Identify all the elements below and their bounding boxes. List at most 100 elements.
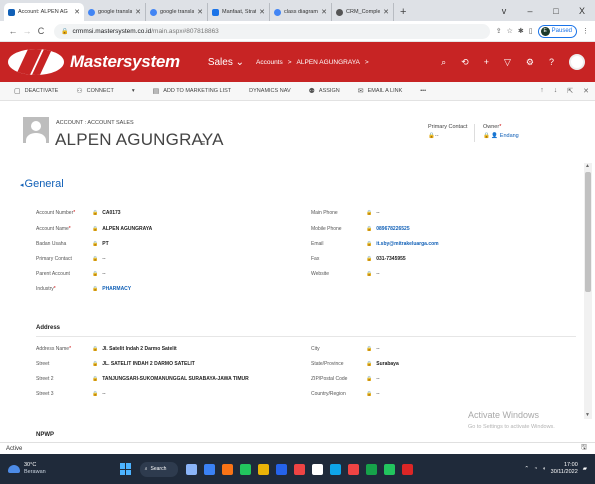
tab-close-icon[interactable]: ✕: [259, 8, 265, 16]
taskbar-app-icon[interactable]: [239, 463, 251, 475]
city-value[interactable]: 🔒 --: [366, 346, 380, 352]
lock-icon: 🔒: [92, 346, 99, 352]
browser-tab-google-translate-1[interactable]: google translate - ✕: [84, 3, 146, 21]
primary-contact-field-value[interactable]: 🔒 --: [92, 256, 106, 262]
taskbar-app-icon[interactable]: [383, 463, 395, 475]
deactivate-button[interactable]: ▢ DEACTIVATE: [14, 87, 58, 95]
history-icon[interactable]: ⟲: [461, 57, 469, 68]
gear-icon[interactable]: ⚙: [526, 57, 534, 68]
dynamics-nav-button[interactable]: DYNAMICS NAV: [249, 88, 290, 94]
browser-tab-crm-complete[interactable]: CRM_Complete_Fi ✕: [332, 3, 394, 21]
back-icon[interactable]: ←: [6, 26, 20, 36]
help-icon[interactable]: ?: [549, 57, 554, 67]
taskbar-app-icon[interactable]: [347, 463, 359, 475]
email-link-button[interactable]: ✉ EMAIL A LINK: [358, 87, 403, 95]
taskbar-app-icon[interactable]: [221, 463, 233, 475]
previous-record-icon[interactable]: ↑: [540, 87, 544, 95]
taskbar-search[interactable]: ⌕ Search: [139, 461, 178, 477]
owner-value[interactable]: 🔒 👤 Endang: [483, 133, 519, 139]
profile-paused-button[interactable]: E Paused: [537, 24, 577, 38]
plus-icon[interactable]: +: [484, 57, 489, 67]
notification-icon[interactable]: ▰: [583, 466, 587, 472]
close-window-icon[interactable]: X: [569, 6, 595, 16]
url-field[interactable]: 🔒 crmmsi.mastersystem.co.id/main.aspx#80…: [54, 23, 490, 39]
filter-icon[interactable]: ▽: [504, 57, 511, 68]
breadcrumb-record[interactable]: ALPEN AGUNGRAYA: [297, 59, 360, 66]
browser-tab-manfaat[interactable]: Manfaat, Strategi, ✕: [208, 3, 270, 21]
taskbar-app-icon[interactable]: [329, 463, 341, 475]
email-value[interactable]: 🔒 it.sby@mitrakeluarga.com: [366, 241, 439, 247]
sidepanel-icon[interactable]: ▯: [529, 27, 533, 35]
account-avatar-icon[interactable]: [23, 117, 49, 143]
taskbar-app-icon[interactable]: [275, 463, 287, 475]
industry-value[interactable]: 🔒 PHARMACY: [92, 286, 131, 292]
taskbar-app-icon[interactable]: [185, 463, 197, 475]
taskbar-app-icon[interactable]: [365, 463, 377, 475]
browser-tab-account[interactable]: Account: ALPEN AG ✕: [4, 3, 84, 21]
breadcrumb-accounts[interactable]: Accounts: [256, 59, 283, 66]
street-value[interactable]: 🔒 JL. SATELIT INDAH 2 DARMO SATELIT: [92, 361, 195, 367]
forward-icon[interactable]: →: [20, 26, 34, 36]
windows-start-icon[interactable]: [119, 463, 132, 475]
popout-icon[interactable]: ⇱: [567, 87, 573, 95]
parent-account-value[interactable]: 🔒 --: [92, 271, 106, 277]
website-value[interactable]: 🔒 --: [366, 271, 380, 277]
save-icon[interactable]: 🖫: [581, 443, 587, 454]
lock-icon: 🔒: [92, 210, 99, 216]
connect-button[interactable]: ⚇ CONNECT: [76, 87, 113, 95]
account-number-value[interactable]: 🔒 CA0173: [92, 210, 121, 216]
street2-value[interactable]: 🔒 TANJUNGSARI-SUKOMANUNGGAL SURABAYA-JAWA…: [92, 376, 249, 382]
share-icon[interactable]: ⇪: [496, 27, 502, 35]
taskbar-app-icon[interactable]: [203, 463, 215, 475]
search-icon[interactable]: ⌕: [441, 57, 446, 68]
account-name-value[interactable]: 🔒 ALPEN AGUNGRAYA: [92, 226, 152, 232]
tray-chevron-icon[interactable]: ⌃: [524, 466, 529, 472]
tab-close-icon[interactable]: ✕: [383, 8, 389, 16]
user-avatar[interactable]: [569, 54, 585, 70]
record-entity-form[interactable]: ACCOUNT : ACCOUNT SALES: [56, 120, 134, 126]
badan-usaha-value[interactable]: 🔒 PT: [92, 241, 109, 247]
record-menu-icon[interactable]: ≡: [200, 138, 205, 148]
assign-button[interactable]: ⚉ ASSIGN: [309, 87, 340, 95]
volume-icon[interactable]: ◖: [542, 466, 545, 472]
scrollbar-thumb[interactable]: [585, 172, 591, 292]
connect-dropdown[interactable]: ▾: [132, 88, 135, 94]
browser-tab-google-translate-2[interactable]: google translate - ✕: [146, 3, 208, 21]
fax-value[interactable]: 🔒 031-7345955: [366, 256, 406, 262]
taskbar-app-icon[interactable]: [257, 463, 269, 475]
zip-value[interactable]: 🔒 --: [366, 376, 380, 382]
bookmark-star-icon[interactable]: ☆: [507, 27, 513, 35]
street3-value[interactable]: 🔒 --: [92, 391, 106, 397]
add-to-marketing-list-button[interactable]: ▤ ADD TO MARKETING LIST: [153, 87, 232, 95]
scroll-down-icon[interactable]: ▼: [585, 412, 590, 418]
next-record-icon[interactable]: ↓: [554, 87, 558, 95]
country-value[interactable]: 🔒 --: [366, 391, 380, 397]
reload-icon[interactable]: C: [34, 26, 48, 36]
tab-search-icon[interactable]: v: [491, 6, 517, 16]
address-name-value[interactable]: 🔒 Jl. Satelit Indah 2 Darmo Satelit: [92, 346, 177, 352]
clock[interactable]: 17:00 30/11/2022: [551, 462, 578, 476]
taskbar-app-icon[interactable]: [401, 463, 413, 475]
extensions-icon[interactable]: ✱: [518, 27, 524, 35]
weather-widget[interactable]: 30°C Berawan: [8, 462, 46, 476]
mobile-phone-value[interactable]: 🔒 089678226525: [366, 226, 410, 232]
section-general-title[interactable]: ◂General: [20, 178, 64, 190]
tab-close-icon[interactable]: ✕: [197, 8, 203, 16]
new-tab-button[interactable]: +: [400, 3, 406, 21]
network-icon[interactable]: ◔: [534, 466, 537, 472]
tab-close-icon[interactable]: ✕: [321, 8, 327, 16]
maximize-icon[interactable]: □: [543, 6, 569, 16]
tab-close-icon[interactable]: ✕: [74, 8, 80, 16]
minimize-icon[interactable]: –: [517, 6, 543, 16]
close-record-icon[interactable]: ✕: [583, 87, 589, 95]
state-value[interactable]: 🔒 Surabaya: [366, 361, 399, 367]
more-commands-button[interactable]: •••: [420, 88, 426, 94]
main-phone-value[interactable]: 🔒 --: [366, 210, 380, 216]
area-menu[interactable]: Sales ⌄: [208, 57, 244, 68]
taskbar-app-icon[interactable]: [311, 463, 323, 475]
scroll-up-icon[interactable]: ▲: [585, 163, 590, 169]
tab-close-icon[interactable]: ✕: [135, 8, 141, 16]
browser-tab-class-diagram[interactable]: class diagram crm ✕: [270, 3, 332, 21]
browser-menu-icon[interactable]: ⋮: [582, 27, 589, 35]
taskbar-app-icon[interactable]: [293, 463, 305, 475]
